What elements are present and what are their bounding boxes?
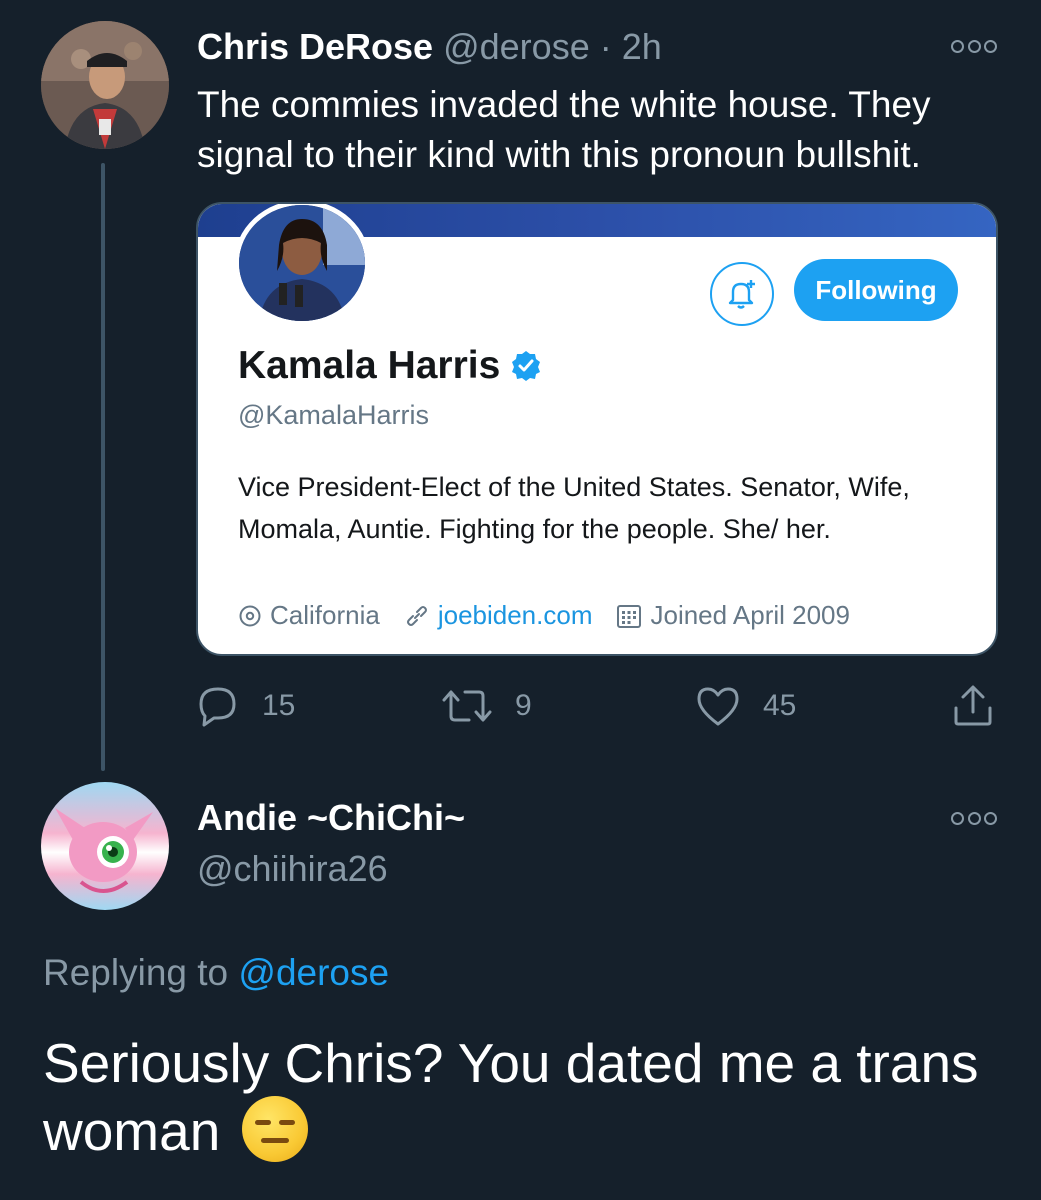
author-name[interactable]: Chris DeRose (197, 26, 433, 67)
retweet-count: 9 (515, 689, 532, 722)
retweet-action[interactable]: 9 (441, 684, 532, 728)
tweet-header: Chris DeRose @derose · 2h (197, 26, 662, 68)
tweet-thread-view: Chris DeRose @derose · 2h The commies in… (0, 0, 1041, 1200)
link-icon (406, 605, 427, 626)
like-action[interactable]: 45 (695, 684, 796, 728)
chris-avatar-image (41, 21, 169, 149)
andie-avatar-image (55, 808, 153, 893)
profile-name-row: Kamala Harris (238, 344, 542, 388)
more-options-icon[interactable] (951, 38, 997, 54)
bell-plus-icon (728, 280, 755, 309)
heart-icon (697, 687, 739, 726)
reply-text-block: Seriously Chris? You dated me a trans wo… (43, 1030, 1023, 1164)
replying-to-mention[interactable]: @derose (238, 952, 389, 993)
profile-avatar (234, 204, 370, 326)
profile-meta: California joebiden.com Joined April 200… (238, 600, 874, 631)
reply-count: 15 (262, 689, 296, 722)
verified-badge-icon (512, 351, 541, 381)
retweet-icon (442, 690, 492, 722)
profile-handle: @KamalaHarris (238, 400, 429, 430)
embedded-profile-image[interactable]: Following Kamala Harris @KamalaHarris Vi… (196, 202, 998, 656)
expressionless-face-emoji-icon (241, 1096, 308, 1162)
tweet-time[interactable]: 2h (622, 26, 662, 67)
profile-joined: Joined April 2009 (616, 600, 850, 631)
following-button[interactable]: Following (794, 259, 958, 321)
profile-location: California (238, 600, 380, 631)
reply-author-handle[interactable]: @chiihira26 (197, 848, 388, 890)
reply-text: Seriously Chris? You dated me a trans wo… (43, 1032, 979, 1162)
replying-prefix: Replying to (43, 952, 229, 993)
replying-to-line: Replying to @derose (43, 952, 389, 994)
author-handle[interactable]: @derose (443, 26, 590, 67)
calendar-icon (617, 604, 642, 628)
profile-website: joebiden.com (404, 600, 593, 631)
profile-avatar-image (239, 205, 365, 321)
chris-avatar[interactable] (41, 21, 169, 149)
reply-icon (199, 687, 236, 727)
thread-connector-line (101, 163, 105, 771)
notifications-bell-button[interactable] (710, 262, 774, 326)
reply-author-name[interactable]: Andie ~ChiChi~ (197, 797, 465, 839)
reply-action[interactable]: 15 (196, 684, 295, 728)
profile-joined-text: Joined April 2009 (650, 600, 850, 630)
share-icon (954, 685, 992, 726)
andie-avatar[interactable] (41, 782, 169, 910)
profile-website-link[interactable]: joebiden.com (438, 600, 593, 631)
profile-location-text: California (270, 600, 380, 630)
header-separator: · (599, 26, 612, 67)
location-pin-icon (239, 605, 261, 626)
reply-more-options-icon[interactable] (951, 810, 997, 826)
share-action[interactable] (951, 684, 995, 728)
profile-bio: Vice President-Elect of the United State… (238, 472, 910, 544)
profile-name: Kamala Harris (238, 344, 501, 387)
like-count: 45 (763, 689, 797, 722)
tweet-text: The commies invaded the white house. The… (197, 84, 931, 175)
